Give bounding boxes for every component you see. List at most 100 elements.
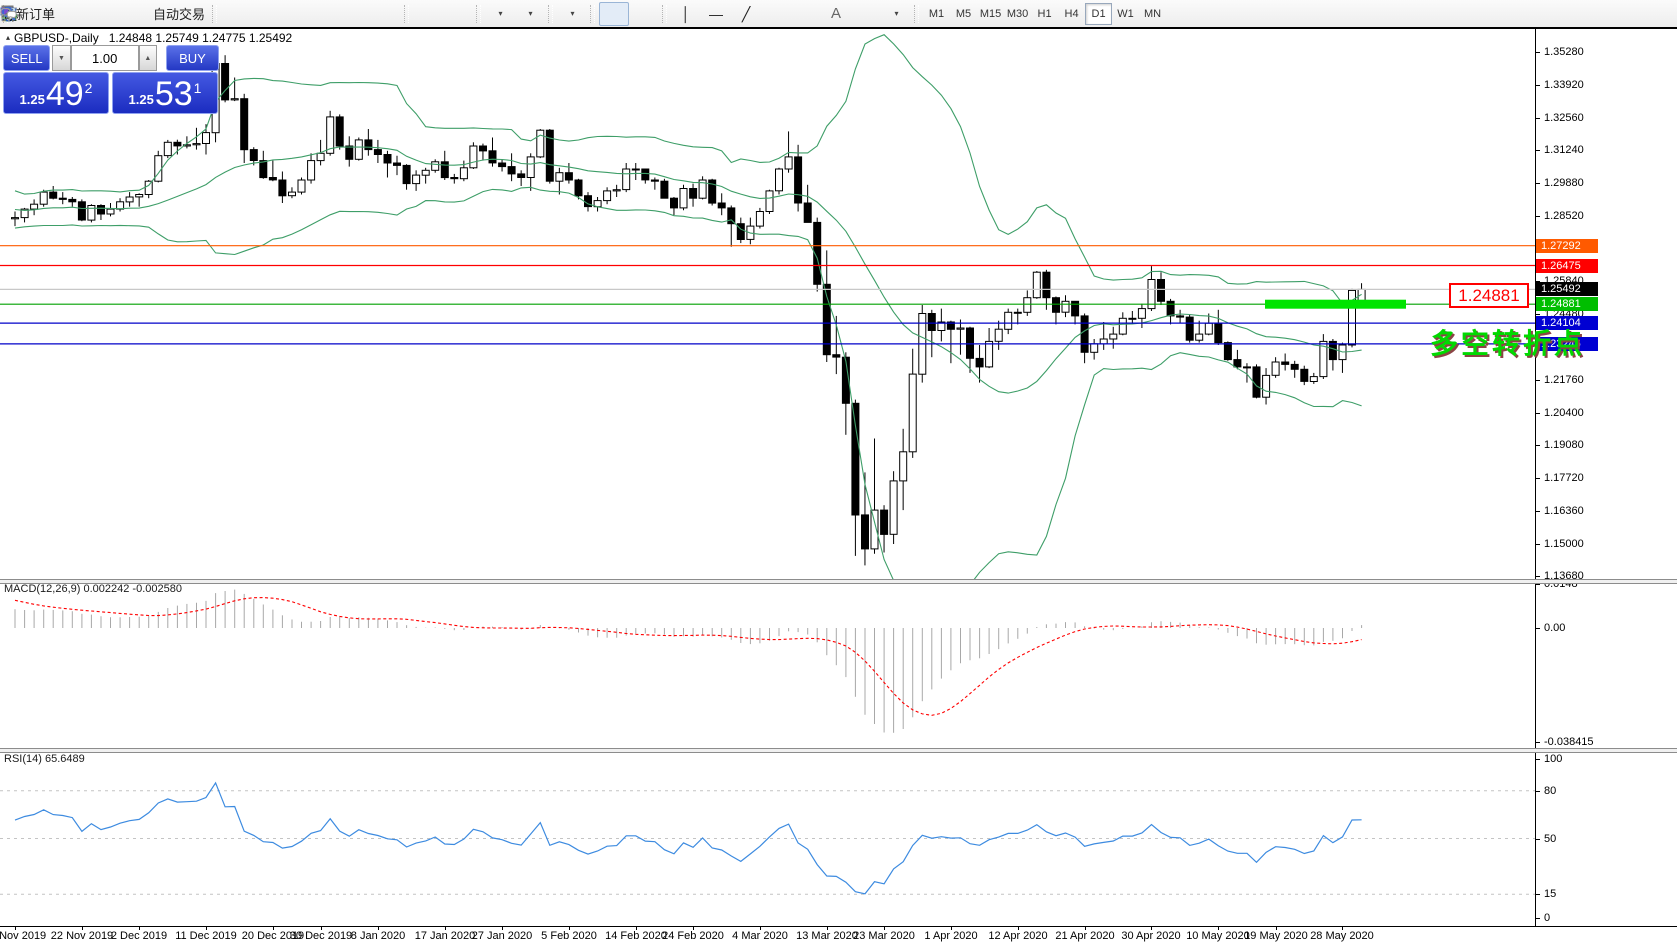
vline-tool-button[interactable]: │ [671, 2, 701, 26]
axis-tick-label: 1.33920 [1544, 79, 1584, 91]
dropdown-caret: ▾ [570, 9, 575, 18]
candlestick-button[interactable] [2, 2, 281, 26]
axis-tick [1536, 52, 1540, 53]
trendline-icon: ╱ [741, 5, 751, 22]
volume-decrease-button[interactable]: ▼ [52, 45, 71, 71]
axis-tick-label: -0.038415 [1544, 736, 1594, 748]
axis-tick-label: 100 [1544, 753, 1563, 765]
fibonacci-tool-button[interactable]: F [2, 2, 821, 26]
axis-tick [1536, 216, 1540, 217]
tf-button-H4[interactable]: H4 [1058, 3, 1085, 25]
arrows-tool-button[interactable]: ▾ [0, 2, 911, 26]
axis-tick-label: 15 [1544, 888, 1557, 900]
axis-tick [1536, 85, 1540, 86]
new-order-label: 新订单 [16, 7, 56, 22]
chart-shift-button[interactable] [2, 2, 473, 26]
equidistant-channel-button[interactable]: E [1, 2, 791, 26]
axis-tick [1536, 314, 1540, 315]
cursor-tool-button[interactable] [5, 1, 630, 26]
auto-scroll-button[interactable] [2, 2, 443, 26]
hline-tool-button[interactable]: — [701, 2, 731, 26]
buy-price-sup: 1 [193, 80, 202, 96]
axis-tick-label: 1.17720 [1544, 472, 1584, 484]
main-toolbar: 新订单 自动交易 ▾ ▾ ▾ │ — ╱ A ▾ M1 M5 M15 M30 H… [0, 0, 1677, 27]
chat-icon[interactable] [0, 5, 18, 23]
rsi-pane[interactable] [0, 751, 1535, 926]
axis-tick [1536, 380, 1540, 381]
highlighter-button[interactable] [2, 2, 89, 26]
axis-tick [1536, 628, 1540, 629]
chart-window-top-border [0, 27, 1677, 29]
terminals-button[interactable] [0, 2, 119, 26]
chart-ohlc-values: 1.24848 1.25749 1.24775 1.25492 [108, 31, 293, 45]
text-tool-icon: A [831, 5, 842, 22]
axis-tick-label: 1.19080 [1544, 439, 1584, 451]
price-axis[interactable]: 1.35280 1.33920 1.32560 1.31240 1.29880 1.285… [1536, 29, 1677, 926]
dropdown-caret: ▾ [894, 9, 899, 18]
indicators-button[interactable]: ▾ [1, 2, 515, 26]
sell-price-prefix: 1.25 [19, 92, 45, 107]
axis-tick-label: 50 [1544, 833, 1557, 845]
sell-button[interactable]: SELL [3, 45, 51, 71]
buy-button[interactable]: BUY [165, 45, 219, 71]
axis-tick-label: 0 [1544, 912, 1551, 924]
zoom-in-button[interactable] [2, 2, 341, 26]
macd-pane[interactable] [0, 582, 1535, 748]
tf-button-M5[interactable]: M5 [950, 3, 977, 25]
pane-separator[interactable] [0, 579, 1677, 584]
tf-button-M15[interactable]: M15 [977, 3, 1004, 25]
axis-tick [1536, 478, 1540, 479]
tf-button-D1[interactable]: D1 [1085, 2, 1113, 25]
signal-button[interactable] [1, 2, 149, 26]
axis-tick [1536, 576, 1540, 577]
toolbar-grip [476, 4, 482, 23]
tf-button-H1[interactable]: H1 [1031, 3, 1058, 25]
label-tool-button[interactable]: T [1, 2, 881, 26]
sell-price-display[interactable]: 1.25 49 2 [3, 72, 109, 114]
tf-button-M30[interactable]: M30 [1004, 3, 1031, 25]
toolbar-grip [914, 4, 920, 23]
toolbar-grip [404, 4, 410, 23]
pane-separator[interactable] [0, 748, 1677, 753]
axis-tick [1536, 584, 1540, 585]
axis-tick [1536, 183, 1540, 184]
axis-tick-label: 1.28520 [1544, 210, 1584, 222]
tf-button-MN[interactable]: MN [1139, 3, 1166, 25]
axis-tick [1536, 918, 1540, 919]
template-button[interactable]: ▾ [2, 2, 587, 26]
bar-chart-button[interactable] [3, 2, 251, 26]
axis-tick-label: 1.31240 [1544, 144, 1584, 156]
toolbar-grip [212, 4, 218, 23]
axis-tick-label: 1.35280 [1544, 46, 1584, 58]
trendline-tool-button[interactable]: ╱ [731, 2, 761, 26]
chart-symbol-period: GBPUSD-,Daily [14, 31, 99, 45]
turning-point-annotation[interactable]: 多空转折点 [1430, 322, 1585, 362]
auto-trading-button[interactable]: 自动交易 [1, 2, 209, 26]
buy-price-display[interactable]: 1.25 53 1 [112, 72, 218, 114]
price-badge: 1.26475 [1536, 259, 1598, 273]
sell-price-sup: 2 [84, 80, 93, 96]
volume-input[interactable]: 1.00 [70, 45, 139, 71]
buy-price-big: 53 [154, 75, 193, 113]
price-annotation-box[interactable]: 1.24881 [1449, 283, 1529, 308]
volume-increase-button[interactable]: ▲ [138, 45, 157, 71]
axis-tick-label: 1.15000 [1544, 538, 1584, 550]
crosshair-tool-button[interactable] [2, 2, 659, 26]
vline-icon: │ [681, 5, 691, 22]
periods-button[interactable]: ▾ [1, 2, 545, 26]
sell-price-big: 49 [45, 75, 84, 113]
dropdown-caret: ▾ [528, 9, 533, 18]
date-axis[interactable]: 13 Nov 201922 Nov 20192 Dec 201911 Dec 2… [0, 927, 1677, 942]
zoom-out-button[interactable] [2, 2, 371, 26]
price-pane[interactable] [0, 29, 1535, 579]
axis-tick [1536, 413, 1540, 414]
axis-tick-label: 1.20400 [1544, 407, 1584, 419]
tf-button-M1[interactable]: M1 [923, 3, 950, 25]
tile-windows-button[interactable] [1, 2, 401, 26]
line-chart-button[interactable] [1, 2, 311, 26]
new-order-button[interactable]: 新订单 [1, 2, 59, 26]
text-tool-button[interactable]: A [821, 2, 851, 26]
toolbar-grip [662, 4, 668, 23]
tf-button-W1[interactable]: W1 [1112, 3, 1139, 25]
hline-icon: — [709, 5, 724, 22]
